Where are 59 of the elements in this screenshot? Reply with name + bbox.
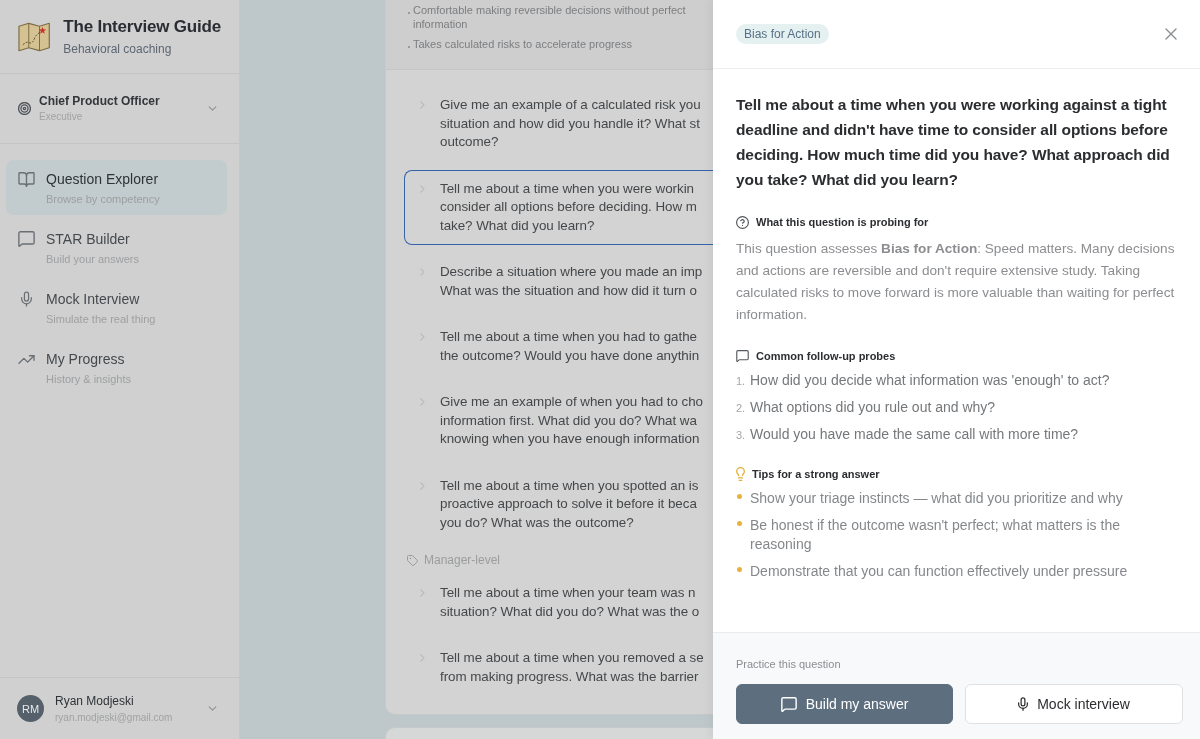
action-button[interactable]: Mock interview [965,684,1183,724]
question-item[interactable]: Tell me about a time when you had to gathe the outcome? Would you have done anythin [404,318,713,375]
microphone-icon [21,291,32,307]
chevron-right-icon [419,184,425,193]
tip-text: Show your triage instincts — what did you prioritize and why [750,489,1123,508]
question-circle-icon [736,215,749,229]
tip-text: Be honest if the outcome wasn't perfect; what matters is the reasoning [750,516,1121,554]
microphone-icon [1018,697,1029,711]
question-item[interactable]: Describe a situation where you made an imp What was the situation and how did it turn o [404,253,713,310]
section-heading: What this question is probing for [756,216,929,228]
list-number: 2. [736,402,746,414]
close-button[interactable] [1165,28,1177,40]
probe-text: How did you decide what information was 'enough' to act? [750,371,1110,390]
section-heading: Tips for a strong answer [752,468,880,480]
app-subtitle: Behavioral coaching [63,42,173,56]
target-icon [18,102,31,115]
chevron-down-icon [208,706,217,711]
trait-text: Comfortable making reversible decisions without perfect information [413,3,687,31]
trait-text: Takes calculated risks to accelerate progress [413,37,632,51]
probe-text: Would you have made the same call with more time? [750,425,1079,444]
trend-line-icon [18,354,35,364]
group-label: Manager-level [424,553,501,567]
chevron-right-icon [419,268,425,276]
chevron-right-icon [419,481,425,490]
footer-label: Practice this question [736,657,842,671]
lightbulb-icon [736,467,745,481]
question-item[interactable]: Tell me about a time when your team was n situation? What did you do? What was the o [404,574,713,631]
app-title: The Interview Guide [63,17,221,37]
book-icon [18,171,35,187]
chevron-right-icon [419,333,425,341]
action-button[interactable]: Build my answer [736,684,953,724]
map-icon [18,21,51,52]
competency-tag: Bias for Action [736,24,829,44]
question-item[interactable]: Give me an example of a calculated risk you situation and how did you handle it? What st outcome? [404,86,713,162]
list-number: 3. [736,429,746,441]
chevron-right-icon [419,589,425,597]
tag-icon [407,554,418,566]
bullet-dot-icon [737,567,742,572]
tip-text: Demonstrate that you can function effectively under pressure [750,562,1128,581]
probing-description: This question assesses Bias for Action: Speed matters. Many decisions and actions are reversible and don't require extensive study. Taking calculated risks to move forward is more valuable than waiting for perfect information. [736,240,1176,324]
question-item[interactable]: Tell me about a time when you removed a se from making progress. What was the barrier [404,639,713,696]
question-item[interactable]: Tell me about a time when you spotted an is proactive approach to solve it before it beca you do? What was the outcome? [404,466,713,542]
chevron-right-icon [419,654,425,662]
question-item[interactable]: Tell me about a time when you were workin consider all options before deciding. How m take? What did you learn? [404,169,713,245]
speech-bubble-icon [18,231,35,247]
question-title: Tell me about a time when you were working against a tight deadline and didn't have time to consider all options before deciding. How much time did you have? What approach did you take? What did you learn? [736,95,1171,190]
user-avatar: RM [17,695,44,722]
section-heading: Common follow-up probes [756,350,896,362]
chevron-right-icon [419,101,425,109]
list-number: 1. [736,375,746,387]
bullet-dot-icon [737,494,742,499]
bullet-dot-icon [737,521,742,526]
speech-bubble-icon [736,350,749,362]
speech-bubble-icon [780,696,797,712]
probe-text: What options did you rule out and why? [750,398,996,417]
close-icon [1165,28,1177,40]
chevron-down-icon [208,106,217,111]
chevron-right-icon [419,398,425,406]
question-item[interactable]: Give me an example of when you had to cho information first. What did you do? What wa knowing when you have enough information [404,383,713,459]
